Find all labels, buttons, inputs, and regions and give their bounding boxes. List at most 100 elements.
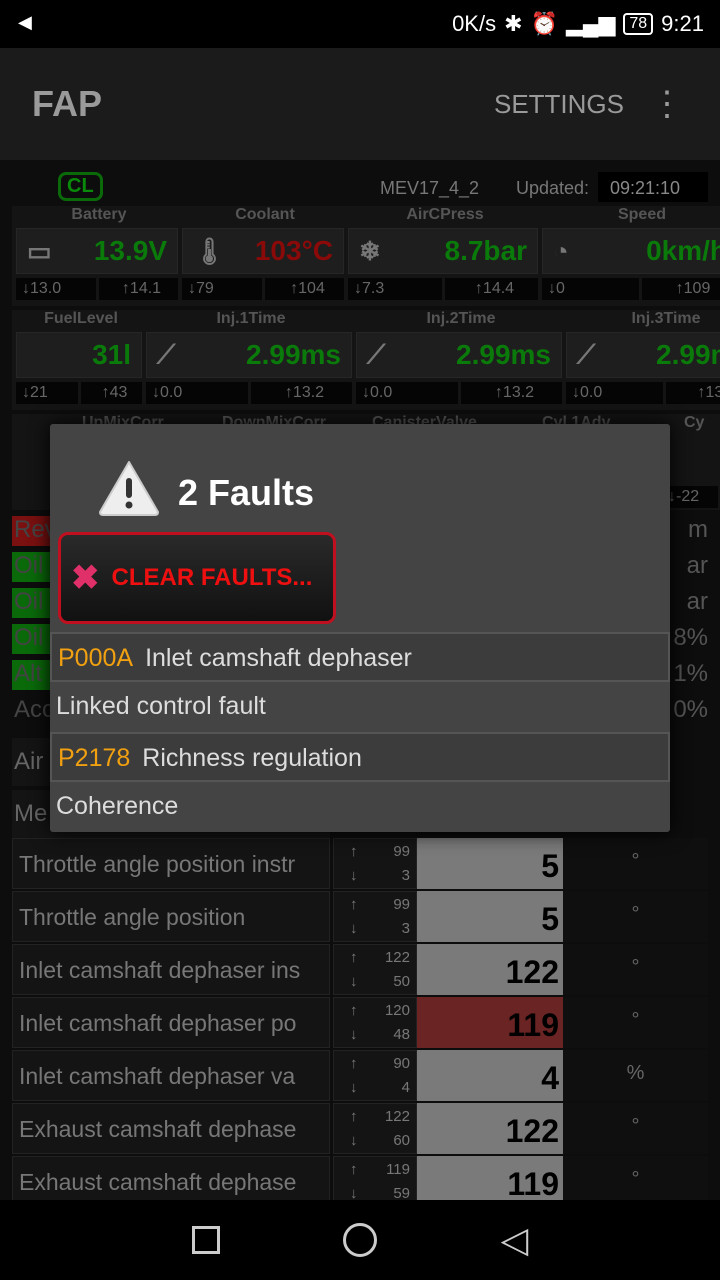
recents-button[interactable] bbox=[191, 1226, 220, 1254]
table-row[interactable]: Inlet camshaft dephaser va ↑ 90 ↓ 4 4 % bbox=[12, 1050, 708, 1101]
row-unit: ° bbox=[563, 997, 708, 1048]
gauge-value-box[interactable]: ▭ 13.9V bbox=[16, 228, 178, 274]
battery-level: 78 bbox=[623, 13, 654, 35]
gauge-value: 2.99ms bbox=[246, 339, 341, 370]
row-max: 120 bbox=[384, 1002, 410, 1019]
row-unit: ° bbox=[563, 1103, 708, 1154]
closed-loop-badge: CL bbox=[58, 172, 103, 201]
gauge-value: 103°C bbox=[254, 235, 333, 266]
gauge-min: ↓0.0 bbox=[356, 382, 458, 404]
row-value: 4 bbox=[417, 1050, 563, 1101]
thermometer-icon: 🌡 bbox=[193, 235, 227, 266]
gauge-label: FuelLevel bbox=[44, 310, 118, 327]
gauge-min: ↓0.0 bbox=[566, 382, 663, 404]
side-row-value: ar bbox=[686, 552, 708, 579]
row-max: 119 bbox=[386, 1161, 410, 1178]
gauge-min: ↓21 bbox=[16, 382, 78, 404]
row-minmax: ↑ 119 ↓ 59 bbox=[333, 1156, 417, 1200]
row-value: 119 bbox=[417, 1156, 563, 1200]
table-row[interactable]: Throttle angle position ↑ 99 ↓ 3 5 ° bbox=[12, 891, 708, 942]
row-min: 48 bbox=[393, 1026, 410, 1043]
row-min: 3 bbox=[401, 920, 410, 937]
side-row-value: 8% bbox=[673, 624, 708, 651]
settings-button[interactable]: SETTINGS bbox=[494, 89, 624, 120]
injector-icon: ⟋ bbox=[367, 339, 386, 369]
table-row[interactable]: Exhaust camshaft dephase ↑ 122 ↓ 60 122 ° bbox=[12, 1103, 708, 1154]
row-minmax: ↑ 122 ↓ 50 bbox=[333, 944, 417, 995]
row-max: 99 bbox=[393, 896, 410, 913]
injector-icon: ⟋ bbox=[577, 339, 596, 369]
row-name: Throttle angle position bbox=[12, 891, 330, 942]
fault-item[interactable]: P2178 Richness regulation bbox=[50, 732, 670, 782]
row-max: 122 bbox=[384, 949, 410, 966]
gauge-value-box[interactable]: ◔ 0km/h bbox=[542, 228, 720, 274]
gauge-max: ↑104 bbox=[265, 278, 344, 300]
volume-icon: ◀ bbox=[18, 12, 32, 32]
fault-detail: Coherence bbox=[56, 792, 179, 820]
injector-icon: ⟋ bbox=[157, 339, 176, 369]
row-minmax: ↑ 122 ↓ 60 bbox=[333, 1103, 417, 1154]
gauge-min: ↓7.3 bbox=[348, 278, 442, 300]
row-minmax: ↑ 90 ↓ 4 bbox=[333, 1050, 417, 1101]
gauge-row-1: Battery ▭ 13.9V ↓13.0 ↑14.1 Coolant 🌡 103… bbox=[12, 206, 720, 306]
table-row[interactable]: Inlet camshaft dephaser po ↑ 120 ↓ 48 119 ° bbox=[12, 997, 708, 1048]
app-bar: FAP SETTINGS ⋮ bbox=[0, 48, 720, 160]
gauge-value-box[interactable]: ⟋ 2.99ms bbox=[356, 332, 562, 378]
gauge-value: 13.9V bbox=[93, 235, 167, 266]
bluetooth-icon: ✱ bbox=[504, 11, 523, 36]
gauge-label: Cy bbox=[684, 414, 705, 431]
table-row[interactable]: Inlet camshaft dephaser ins ↑ 122 ↓ 50 122 … bbox=[12, 944, 708, 995]
row-value: 5 bbox=[417, 838, 563, 889]
gauge-max: ↑14.4 bbox=[445, 278, 538, 300]
more-options-icon[interactable]: ⋮ bbox=[650, 87, 684, 121]
row-max: 90 bbox=[393, 1055, 410, 1072]
fault-item[interactable]: P000A Inlet camshaft dephaser bbox=[50, 632, 670, 682]
row-name: Throttle angle position instr bbox=[12, 838, 330, 889]
row-name: Inlet camshaft dephaser po bbox=[12, 997, 330, 1048]
gauge-value: 2.99ms bbox=[456, 339, 551, 370]
row-unit: ° bbox=[563, 944, 708, 995]
gauge-value-box[interactable]: 31l bbox=[16, 332, 142, 378]
row-name: Inlet camshaft dephaser va bbox=[12, 1050, 330, 1101]
gauge-label: Battery bbox=[71, 206, 127, 223]
gauge-value-box[interactable]: ⟋ 2.99ms bbox=[146, 332, 352, 378]
faults-dialog: 2 Faults ✖ CLEAR FAULTS... P000A Inlet ca… bbox=[50, 424, 670, 832]
table-row[interactable]: Throttle angle position instr ↑ 99 ↓ 3 5 ° bbox=[12, 838, 708, 889]
side-row-value: 0% bbox=[673, 696, 708, 723]
gauge-value: 0km/h bbox=[646, 235, 720, 266]
gauge-value: 2.99ms bbox=[656, 339, 720, 370]
row-unit: ° bbox=[563, 891, 708, 942]
row-unit: % bbox=[563, 1050, 708, 1101]
row-max: 122 bbox=[384, 1108, 410, 1125]
side-row-value: m bbox=[688, 516, 708, 543]
row-value: 119 bbox=[417, 997, 563, 1048]
clear-faults-button[interactable]: ✖ CLEAR FAULTS... bbox=[58, 532, 336, 624]
status-bar: ◀ 0K/s ✱ ⏰ ▂▄▆ 78 9:21 bbox=[0, 0, 720, 48]
table-row[interactable]: Exhaust camshaft dephase ↑ 119 ↓ 59 119 ° bbox=[12, 1156, 708, 1200]
clock: 9:21 bbox=[661, 11, 704, 36]
updated-time: 09:21:10 bbox=[598, 172, 708, 202]
updated-label: Updated: bbox=[516, 178, 590, 198]
gauge-value: 8.7bar bbox=[444, 235, 528, 266]
gauge-max: ↑14.1 bbox=[99, 278, 178, 300]
gauge-value-box[interactable]: ❄ 8.7bar bbox=[348, 228, 538, 274]
home-button[interactable] bbox=[343, 1223, 378, 1257]
gauge-label: Speed bbox=[617, 206, 666, 223]
fault-code: P2178 bbox=[58, 744, 131, 772]
app-title: FAP bbox=[32, 83, 103, 124]
gauge-value-box[interactable]: 🌡 103°C bbox=[182, 228, 344, 274]
back-button[interactable]: ◁ bbox=[501, 1219, 529, 1261]
alarm-icon: ⏰ bbox=[530, 11, 558, 36]
row-minmax: ↑ 120 ↓ 48 bbox=[333, 997, 417, 1048]
gauge-min: ↓-22 bbox=[662, 486, 718, 508]
snowflake-icon: ❄ bbox=[359, 235, 381, 266]
row-minmax: ↑ 99 ↓ 3 bbox=[333, 838, 417, 889]
row-name: Exhaust camshaft dephase bbox=[12, 1103, 330, 1154]
gauge-label: Inj.3Time bbox=[631, 310, 701, 327]
gauge-min: ↓0 bbox=[542, 278, 639, 300]
row-unit: ° bbox=[563, 1156, 708, 1200]
gauge-min: ↓0.0 bbox=[146, 382, 248, 404]
row-min: 4 bbox=[401, 1079, 410, 1096]
gauge-max: ↑43 bbox=[81, 382, 142, 404]
gauge-value-box[interactable]: ⟋ 2.99ms bbox=[566, 332, 720, 378]
